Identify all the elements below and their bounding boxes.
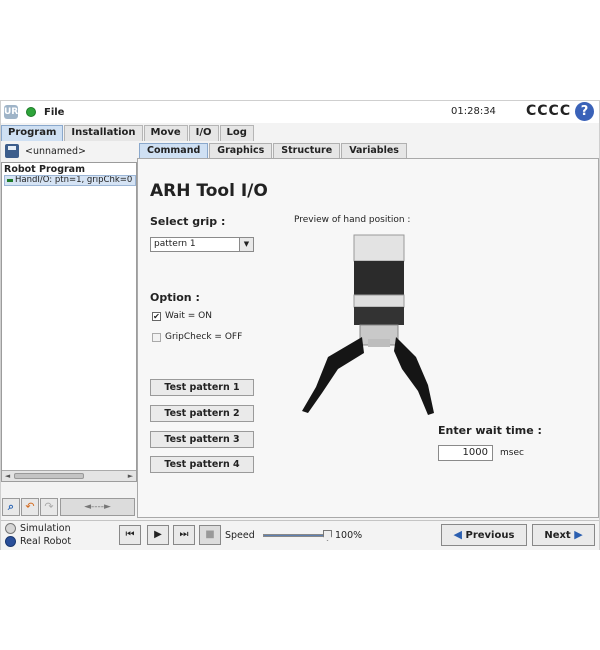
tab-variables[interactable]: Variables xyxy=(341,143,407,158)
help-icon[interactable]: ? xyxy=(575,102,594,121)
next-button[interactable]: Next ▶ xyxy=(532,524,595,546)
real-robot-label: Real Robot xyxy=(20,536,72,547)
undo-icon[interactable]: ↶ xyxy=(21,498,39,516)
play-button[interactable]: ▶ xyxy=(147,525,169,545)
program-tree: Robot Program HandI/O: ptn=1, gripChk=0 … xyxy=(1,162,137,482)
horizontal-scrollbar[interactable]: ◄ ► xyxy=(2,470,136,481)
wait-time-unit: msec xyxy=(500,448,524,458)
simulation-option[interactable]: Simulation xyxy=(5,523,71,534)
scroll-left-icon[interactable]: ◄ xyxy=(2,471,13,481)
tree-item-handio[interactable]: HandI/O: ptn=1, gripChk=0 xyxy=(4,175,136,186)
wait-option[interactable]: ✔ Wait = ON xyxy=(152,311,212,321)
option-label: Option : xyxy=(150,291,200,304)
stop-button[interactable]: ■ xyxy=(199,525,221,545)
redo-icon[interactable]: ↷ xyxy=(40,498,58,516)
real-robot-radio[interactable] xyxy=(5,536,16,547)
wait-time-label: Enter wait time : xyxy=(438,424,542,437)
tab-program[interactable]: Program xyxy=(1,125,64,141)
tab-move[interactable]: Move xyxy=(143,125,188,141)
select-grip-label: Select grip : xyxy=(150,215,226,228)
previous-label: Previous xyxy=(465,530,515,541)
file-menu[interactable]: File xyxy=(44,107,64,118)
tab-graphics[interactable]: Graphics xyxy=(209,143,273,158)
simulation-radio[interactable] xyxy=(5,523,16,534)
tree-toolbar: ⌕ ↶ ↷ ◄----► xyxy=(1,497,137,517)
grip-pattern-select[interactable]: pattern 1 ▼ xyxy=(150,237,254,252)
search-icon[interactable]: ⌕ xyxy=(2,498,20,516)
status-green-icon xyxy=(26,107,36,117)
top-bar: UR File 01:28:34 CCCC ? xyxy=(1,101,599,123)
robot-name: CCCC xyxy=(526,103,572,119)
move-node-control[interactable]: ◄----► xyxy=(60,498,135,516)
speed-label: Speed xyxy=(225,530,255,541)
speed-slider-fill xyxy=(264,535,328,536)
wait-time-input[interactable]: 1000 xyxy=(438,445,493,461)
tab-command[interactable]: Command xyxy=(139,143,209,158)
arrow-left-icon: ◀ xyxy=(453,528,463,541)
tab-installation[interactable]: Installation xyxy=(64,125,143,141)
real-robot-option[interactable]: Real Robot xyxy=(5,536,71,547)
ur-logo-icon: UR xyxy=(4,105,19,119)
scroll-thumb[interactable] xyxy=(14,473,84,479)
page-title: ARH Tool I/O xyxy=(150,181,268,201)
gripcheck-option[interactable]: GripCheck = OFF xyxy=(152,332,242,342)
grip-pattern-value: pattern 1 xyxy=(154,239,196,249)
wait-checkbox[interactable]: ✔ xyxy=(152,311,161,321)
step-button[interactable]: ⏭ xyxy=(173,525,195,545)
rewind-button[interactable]: ⏮ xyxy=(119,525,141,545)
simulation-label: Simulation xyxy=(20,523,71,534)
test-pattern-4-button[interactable]: Test pattern 4 xyxy=(150,456,254,473)
preview-label: Preview of hand position : xyxy=(294,215,411,225)
main-tabs: Program Installation Move I/O Log xyxy=(1,125,255,141)
speed-slider-thumb[interactable] xyxy=(323,530,332,541)
chevron-down-icon[interactable]: ▼ xyxy=(239,238,253,251)
tree-item-label: HandI/O: ptn=1, gripChk=0 xyxy=(15,175,133,185)
robot-ui-window: UR File 01:28:34 CCCC ? Program Installa… xyxy=(0,100,600,550)
tab-structure[interactable]: Structure xyxy=(273,143,341,158)
gripper-preview-image xyxy=(302,234,434,415)
test-pattern-1-button[interactable]: Test pattern 1 xyxy=(150,379,254,396)
save-icon[interactable] xyxy=(5,144,19,158)
test-pattern-2-button[interactable]: Test pattern 2 xyxy=(150,405,254,422)
command-panel: ARH Tool I/O Select grip : pattern 1 ▼ O… xyxy=(137,158,599,518)
tree-node-icon xyxy=(7,179,13,182)
wait-option-label: Wait = ON xyxy=(165,311,212,321)
bottom-bar: Simulation Real Robot ⏮ ▶ ⏭ ■ Speed 100%… xyxy=(1,520,599,550)
clock: 01:28:34 xyxy=(451,106,496,117)
tab-log[interactable]: Log xyxy=(219,125,254,141)
sub-tabs: Command Graphics Structure Variables xyxy=(139,143,408,158)
previous-button[interactable]: ◀ Previous xyxy=(441,524,527,546)
program-tree-panel: <unnamed> Robot Program HandI/O: ptn=1, … xyxy=(1,141,137,519)
program-file-row: <unnamed> xyxy=(1,141,137,161)
arrow-right-icon: ▶ xyxy=(574,528,583,541)
speed-slider[interactable] xyxy=(263,530,332,541)
program-name: <unnamed> xyxy=(25,145,86,157)
gripcheck-option-label: GripCheck = OFF xyxy=(165,332,243,342)
next-label: Next xyxy=(544,530,571,541)
test-pattern-3-button[interactable]: Test pattern 3 xyxy=(150,431,254,448)
tab-io[interactable]: I/O xyxy=(188,125,219,141)
gripcheck-checkbox[interactable] xyxy=(152,332,161,342)
speed-value: 100% xyxy=(335,530,363,541)
scroll-right-icon[interactable]: ► xyxy=(125,471,136,481)
